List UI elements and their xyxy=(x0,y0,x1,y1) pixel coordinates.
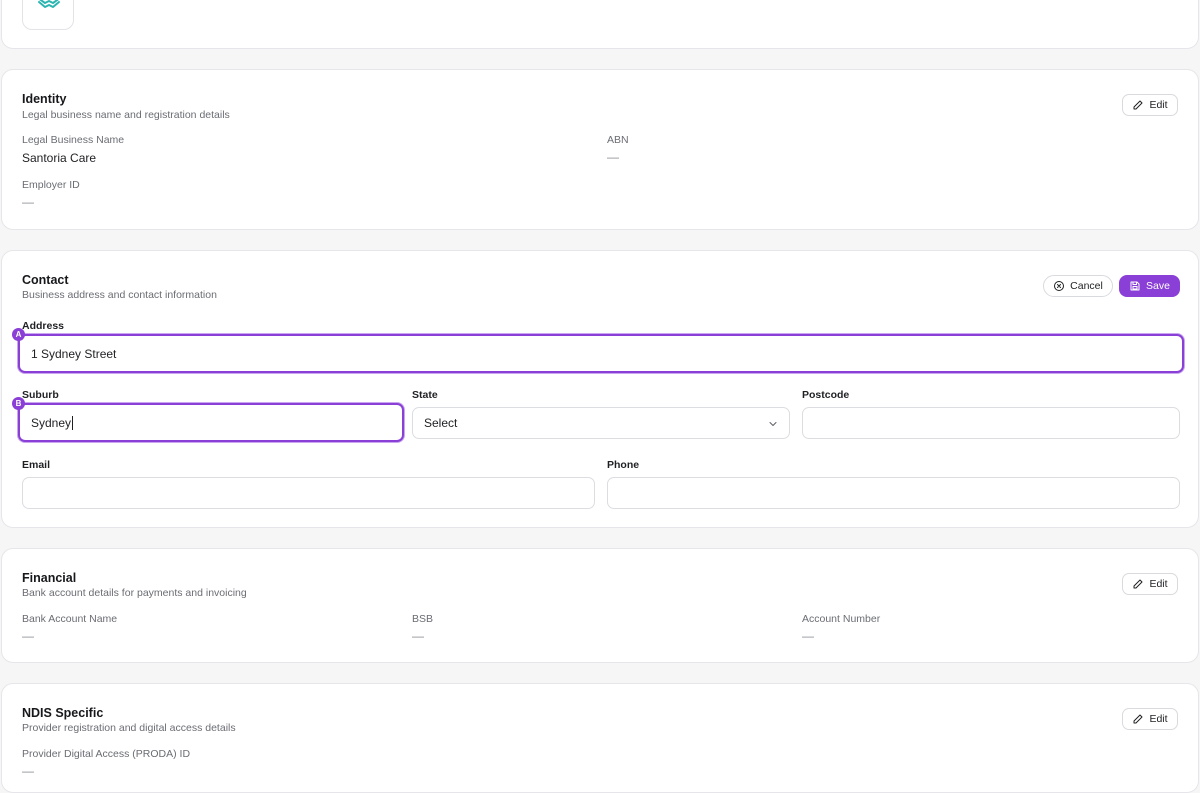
proda-id-value: — xyxy=(22,764,34,778)
x-circle-icon xyxy=(1054,281,1065,291)
save-button[interactable]: Save xyxy=(1119,275,1180,297)
suburb-label: Suburb xyxy=(22,389,59,401)
logo-card xyxy=(1,0,1199,49)
identity-subtitle: Legal business name and registration det… xyxy=(22,109,230,121)
email-label: Email xyxy=(22,459,51,471)
account-number-value: — xyxy=(802,629,814,643)
ndis-edit-button[interactable]: Edit xyxy=(1122,708,1178,730)
legal-name-label: Legal Business Name xyxy=(22,134,125,146)
account-number-label: Account Number xyxy=(802,613,881,625)
ndis-title: NDIS Specific xyxy=(22,706,104,720)
identity-title: Identity xyxy=(22,92,67,106)
proda-id-label: Provider Digital Access (PRODA) ID xyxy=(22,748,191,760)
pencil-icon xyxy=(1133,100,1143,110)
bank-account-name-label: Bank Account Name xyxy=(22,613,118,625)
edit-label: Edit xyxy=(1149,99,1168,111)
contact-title: Contact xyxy=(22,273,69,287)
address-input-value: 1 Sydney Street xyxy=(31,346,117,361)
bsb-label: BSB xyxy=(412,613,434,625)
text-caret xyxy=(72,415,74,430)
financial-edit-button[interactable]: Edit xyxy=(1122,573,1178,595)
pencil-icon xyxy=(1133,714,1143,724)
employer-id-label: Employer ID xyxy=(22,179,80,191)
identity-edit-button[interactable]: Edit xyxy=(1122,94,1178,116)
suburb-input-value: Sydney xyxy=(31,415,72,430)
cancel-button[interactable]: Cancel xyxy=(1043,275,1113,297)
floppy-disk-icon xyxy=(1130,281,1140,291)
ndis-subtitle: Provider registration and digital access… xyxy=(22,722,236,734)
employer-id-value: — xyxy=(22,195,34,209)
hands-heart-logo-icon xyxy=(38,0,60,8)
state-select-value: Select xyxy=(424,416,458,430)
legal-name-value: Santoria Care xyxy=(22,151,97,165)
suburb-input[interactable]: Sydney xyxy=(18,403,404,442)
bank-account-name-value: — xyxy=(22,629,34,643)
financial-card: Financial Bank account details for payme… xyxy=(1,548,1199,663)
phone-label: Phone xyxy=(607,459,640,471)
contact-subtitle: Business address and contact information xyxy=(22,289,217,301)
annotation-marker-a: A xyxy=(12,328,25,341)
address-input[interactable]: 1 Sydney Street xyxy=(18,334,1184,373)
email-input[interactable] xyxy=(22,477,595,509)
cancel-label: Cancel xyxy=(1070,280,1103,292)
abn-label: ABN xyxy=(607,134,629,146)
edit-label: Edit xyxy=(1149,713,1168,725)
chevron-down-icon xyxy=(769,422,777,426)
phone-input[interactable] xyxy=(607,477,1180,509)
org-logo xyxy=(22,0,74,30)
financial-subtitle: Bank account details for payments and in… xyxy=(22,587,247,599)
identity-card: Identity Legal business name and registr… xyxy=(1,69,1199,230)
annotation-marker-b: B xyxy=(12,397,25,410)
abn-value: — xyxy=(607,150,619,164)
contact-card: Contact Business address and contact inf… xyxy=(1,250,1199,528)
postcode-input[interactable] xyxy=(802,407,1180,439)
state-select[interactable]: Select xyxy=(412,407,790,439)
financial-title: Financial xyxy=(22,571,77,585)
bsb-value: — xyxy=(412,629,424,643)
edit-label: Edit xyxy=(1149,578,1168,590)
pencil-icon xyxy=(1133,579,1143,589)
address-label: Address xyxy=(22,320,65,332)
state-label: State xyxy=(412,389,438,401)
postcode-label: Postcode xyxy=(802,389,850,401)
save-label: Save xyxy=(1146,280,1170,292)
